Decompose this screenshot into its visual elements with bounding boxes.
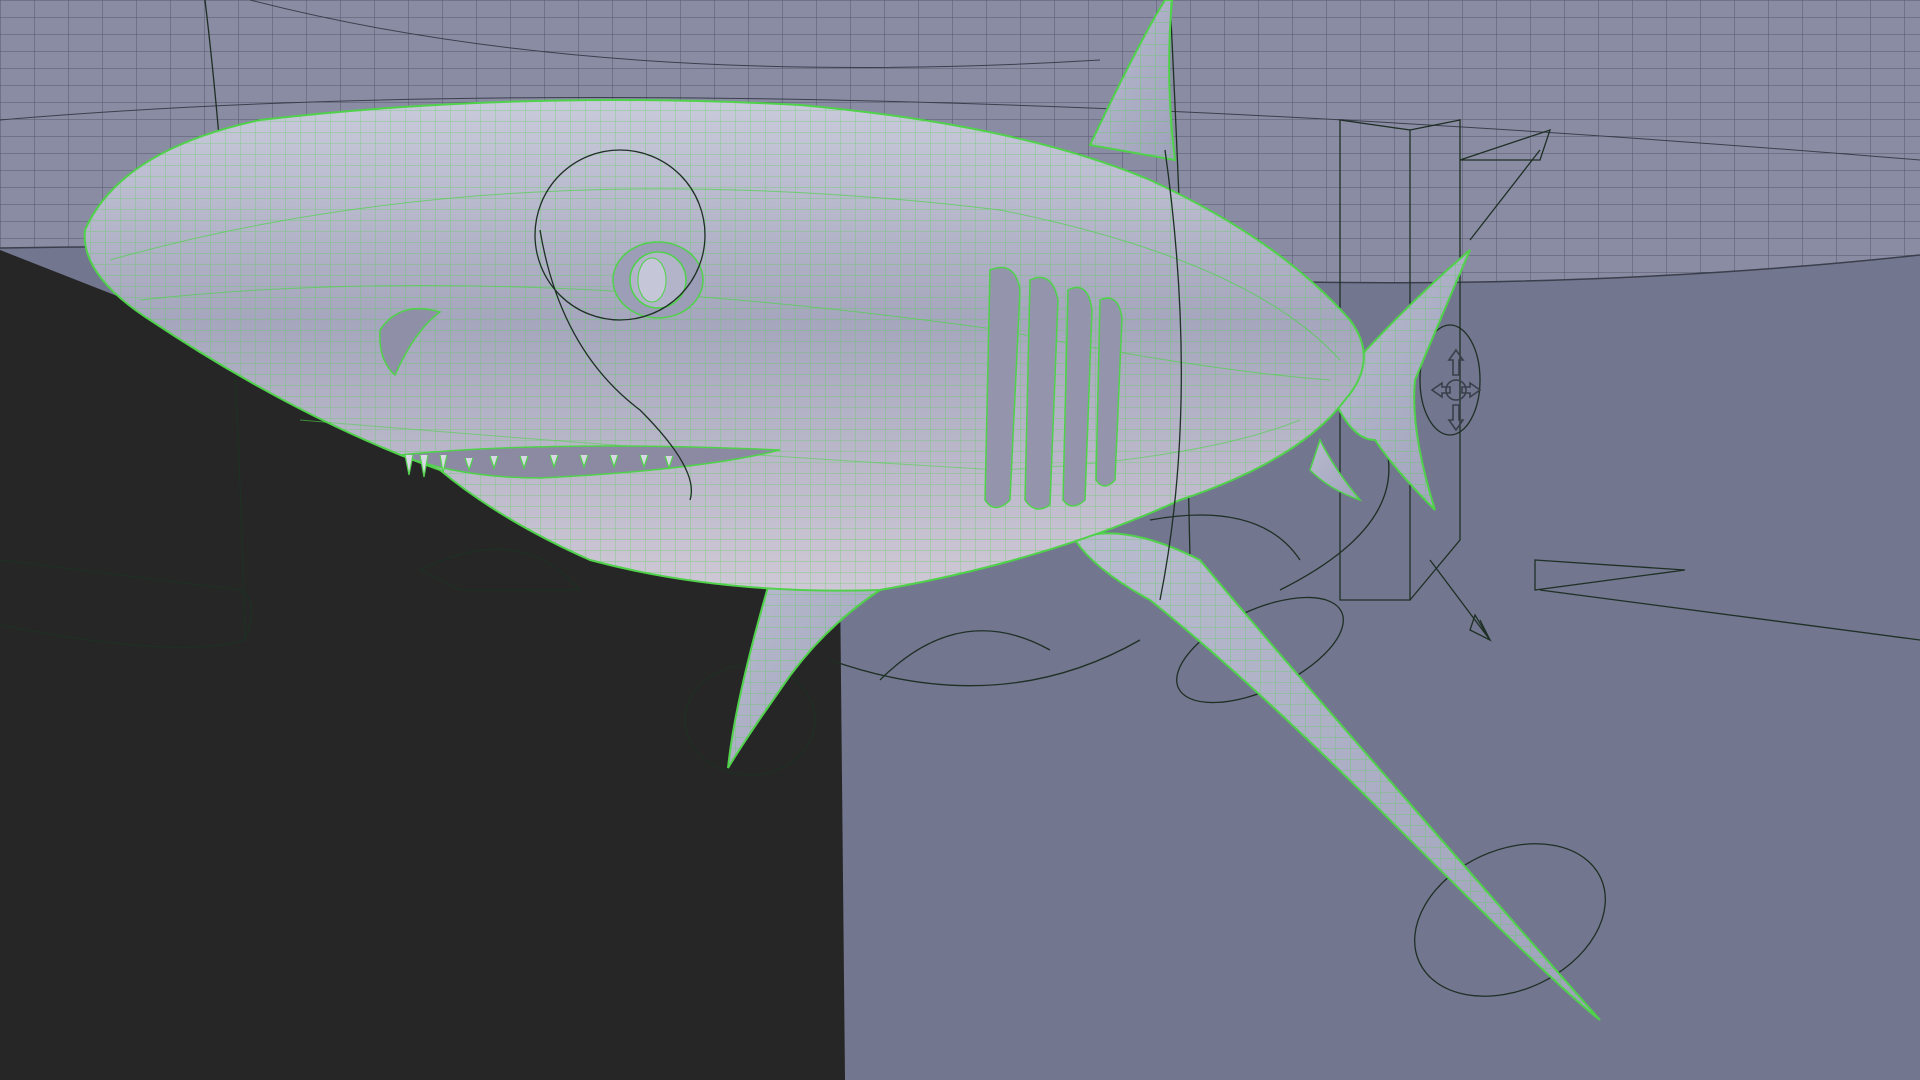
shark-eye xyxy=(612,241,704,319)
3d-viewport[interactable] xyxy=(0,0,1920,1080)
pelvic-fin[interactable] xyxy=(1309,438,1363,502)
move-arrows-icon[interactable] xyxy=(1430,348,1482,432)
viewport-canvas[interactable] xyxy=(0,0,1920,1080)
